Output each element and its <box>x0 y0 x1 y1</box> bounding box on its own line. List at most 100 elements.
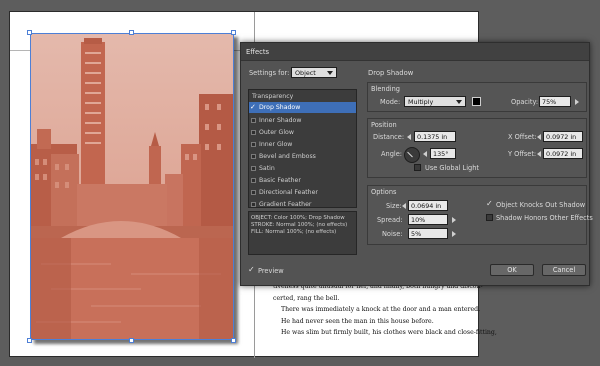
y-offset-stepper-icon[interactable] <box>537 151 541 157</box>
shadow-honors-label: Shadow Honors Other Effects <box>496 214 593 222</box>
ok-button[interactable]: OK <box>490 264 534 276</box>
settings-for-value: Object <box>295 69 316 77</box>
dialog-title: Effects <box>241 43 589 61</box>
cancel-button[interactable]: Cancel <box>542 264 586 276</box>
effect-item-inner-shadow[interactable]: Inner Shadow <box>249 115 356 126</box>
effect-label: Drop Shadow <box>259 104 301 111</box>
angle-label: Angle: <box>381 150 402 158</box>
settings-for-label: Settings for: <box>249 69 290 77</box>
options-title: Options <box>371 188 397 196</box>
effect-label: Gradient Feather <box>259 201 312 208</box>
resize-handle[interactable] <box>129 30 134 35</box>
effect-item-outer-glow[interactable]: Outer Glow <box>249 127 356 138</box>
effect-item-directional-feather[interactable]: Directional Feather <box>249 187 356 198</box>
use-global-light-checkbox[interactable] <box>414 164 421 171</box>
checkbox-icon[interactable] <box>251 142 256 147</box>
position-title: Position <box>371 121 397 129</box>
size-label: Size: <box>386 202 402 210</box>
size-stepper-icon[interactable] <box>402 203 406 209</box>
shadow-color-swatch[interactable] <box>472 97 481 106</box>
angle-stepper-icon[interactable] <box>423 151 427 157</box>
angle-indicator-icon <box>407 151 413 158</box>
effect-item-drop-shadow[interactable]: ✓ Drop Shadow <box>249 102 356 113</box>
x-offset-stepper-icon[interactable] <box>537 134 541 140</box>
effect-item-satin[interactable]: Satin <box>249 163 356 174</box>
effects-dialog: Effects Settings for: Object Drop Shadow… <box>240 42 593 286</box>
options-group: Options Size: 0.0694 in Spread: 10% Nois… <box>367 185 593 245</box>
distance-stepper-icon[interactable] <box>407 134 411 140</box>
effects-summary: OBJECT: Color 100%; Drop Shadow STROKE: … <box>248 211 357 255</box>
resize-handle[interactable] <box>231 30 236 35</box>
effect-item-bevel-emboss[interactable]: Bevel and Emboss <box>249 151 356 162</box>
text-line: There was immediately a knock at the doo… <box>281 306 481 313</box>
effect-label: Bevel and Emboss <box>259 153 316 160</box>
resize-handle[interactable] <box>27 30 32 35</box>
checkbox-icon[interactable] <box>251 178 256 183</box>
chevron-down-icon <box>327 71 333 75</box>
checkmark-icon[interactable]: ✓ <box>250 103 256 111</box>
use-global-light-label: Use Global Light <box>425 164 479 172</box>
chevron-down-icon <box>456 100 462 104</box>
distance-label: Distance: <box>373 133 405 141</box>
text-line: He was slim but firmly built, his clothe… <box>281 329 497 336</box>
opacity-stepper-icon[interactable] <box>575 99 579 105</box>
effect-item-gradient-feather[interactable]: Gradient Feather <box>249 199 356 209</box>
position-group: Position Distance: 0.1375 in Angle: 135°… <box>367 118 587 178</box>
distance-field[interactable]: 0.1375 in <box>414 131 456 142</box>
checkbox-icon[interactable] <box>251 154 256 159</box>
effect-item-basic-feather[interactable]: Basic Feather <box>249 175 356 186</box>
effect-label: Satin <box>259 165 275 172</box>
checkbox-icon[interactable] <box>251 130 256 135</box>
effect-label: Inner Glow <box>259 141 293 148</box>
shadow-honors-checkbox[interactable] <box>486 214 493 221</box>
effect-item-inner-glow[interactable]: Inner Glow <box>249 139 356 150</box>
spread-label: Spread: <box>377 216 403 224</box>
blend-mode-value: Multiply <box>408 98 434 106</box>
effect-label: Inner Shadow <box>259 117 302 124</box>
mode-label: Mode: <box>380 98 401 106</box>
x-offset-label: X Offset: <box>508 133 537 141</box>
preview-checkmark-icon[interactable]: ✓ <box>248 266 255 274</box>
effect-label: Outer Glow <box>259 129 294 136</box>
summary-line: FILL: Normal 100%; (no effects) <box>251 229 337 235</box>
checkbox-icon[interactable] <box>251 202 256 207</box>
noise-label: Noise: <box>382 230 403 238</box>
checkbox-icon[interactable] <box>251 166 256 171</box>
opacity-field[interactable]: 75% <box>539 96 571 107</box>
angle-dial[interactable] <box>404 147 420 163</box>
checkbox-icon[interactable] <box>251 118 256 123</box>
spread-field[interactable]: 10% <box>408 214 448 225</box>
text-line: He had never seen the man in this house … <box>281 317 434 325</box>
effect-heading: Drop Shadow <box>368 69 414 77</box>
blending-title: Blending <box>371 85 400 93</box>
list-header: Transparency <box>252 93 294 100</box>
resize-handle[interactable] <box>27 338 32 343</box>
y-offset-field[interactable]: 0.0972 in <box>543 148 583 159</box>
blend-mode-dropdown[interactable]: Multiply <box>404 96 466 107</box>
noise-field[interactable]: 5% <box>408 228 448 239</box>
resize-handle[interactable] <box>129 338 134 343</box>
text-line: certed, rang the bell. <box>273 294 340 302</box>
angle-field[interactable]: 135° <box>430 148 456 159</box>
summary-line: OBJECT: Color 100%; Drop Shadow <box>251 215 345 221</box>
effects-list: Transparency ✓ Drop Shadow Inner Shadow … <box>248 89 357 208</box>
checkbox-icon[interactable] <box>251 190 256 195</box>
image-frame[interactable] <box>30 33 234 340</box>
size-field[interactable]: 0.0694 in <box>408 200 448 211</box>
effect-label: Directional Feather <box>259 189 318 196</box>
blending-group: Blending Mode: Multiply Opacity: 75% <box>367 82 587 112</box>
spread-stepper-icon[interactable] <box>452 217 456 223</box>
effect-label: Basic Feather <box>259 177 301 184</box>
opacity-label: Opacity: <box>511 98 539 106</box>
summary-line: STROKE: Normal 100%; (no effects) <box>251 222 348 228</box>
y-offset-label: Y Offset: <box>508 150 537 158</box>
resize-handle[interactable] <box>231 338 236 343</box>
preview-label: Preview <box>258 267 284 275</box>
city-canal-photo <box>31 34 233 339</box>
settings-for-dropdown[interactable]: Object <box>291 67 337 78</box>
knocks-out-label: Object Knocks Out Shadow <box>496 201 586 209</box>
x-offset-field[interactable]: 0.0972 in <box>543 131 583 142</box>
noise-stepper-icon[interactable] <box>452 231 456 237</box>
knocks-out-checkmark-icon[interactable]: ✓ <box>486 200 493 208</box>
body-text-frame[interactable]: tiveness quite unusual for her, and fina… <box>273 281 497 339</box>
